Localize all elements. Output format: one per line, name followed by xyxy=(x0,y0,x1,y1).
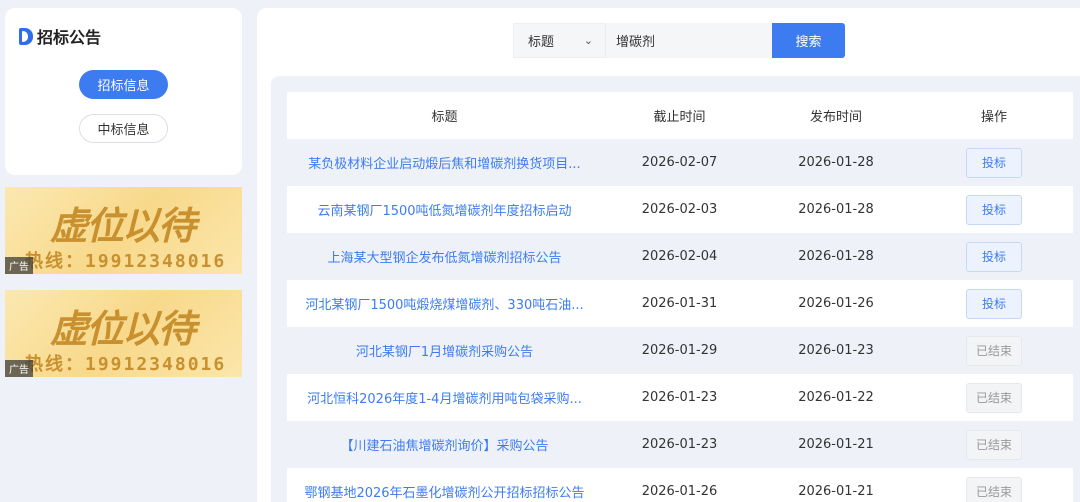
search-input[interactable] xyxy=(606,23,772,58)
row-title-link[interactable]: 河北某钢厂1月增碳剂采购公告 xyxy=(287,327,602,374)
row-published: 2026-01-28 xyxy=(757,186,915,233)
chevron-down-icon: ⌄ xyxy=(583,34,593,47)
sidebar-card: 招标公告 招标信息 中标信息 xyxy=(5,8,242,175)
sidebar-title: 招标公告 xyxy=(19,24,101,48)
table-row: 【川建石油焦增碳剂询价】采购公告 2026-01-23 2026-01-21 已结束 xyxy=(287,421,1073,468)
row-published: 2026-01-22 xyxy=(757,374,915,421)
row-action-cell: 已结束 xyxy=(915,374,1073,421)
header-action: 操作 xyxy=(915,92,1073,139)
search-select-value: 标题 xyxy=(528,35,555,50)
row-deadline: 2026-02-04 xyxy=(602,233,757,280)
row-title-link[interactable]: 云南某钢厂1500吨低氮增碳剂年度招标启动 xyxy=(287,186,602,233)
bid-button[interactable]: 投标 xyxy=(966,147,1022,178)
row-deadline: 2026-01-26 xyxy=(602,468,757,502)
row-title-link[interactable]: 上海某大型钢企发布低氮增碳剂招标公告 xyxy=(287,233,602,280)
row-action-cell: 投标 xyxy=(915,233,1073,280)
ad-phone: 热线：19912348016 xyxy=(25,354,227,375)
table-header-row: 标题 截止时间 发布时间 操作 xyxy=(287,92,1073,139)
row-published: 2026-01-28 xyxy=(757,139,915,186)
header-title: 标题 xyxy=(287,92,602,139)
ended-badge: 已结束 xyxy=(966,335,1022,366)
row-published: 2026-01-21 xyxy=(757,468,915,502)
table-row: 上海某大型钢企发布低氮增碳剂招标公告 2026-02-04 2026-01-28 投标 xyxy=(287,233,1073,280)
row-deadline: 2026-01-29 xyxy=(602,327,757,374)
search-bar: 标题 ⌄ 搜索 xyxy=(513,23,845,58)
results-table: 标题 截止时间 发布时间 操作 某负极材料企业启动煅后焦和增碳剂换货项目... 2… xyxy=(287,92,1073,502)
main-panel: 标题 ⌄ 搜索 标题 截止时间 发布时间 操作 某负极材料企业启动煅后焦和增碳剂… xyxy=(257,8,1080,502)
bid-button[interactable]: 投标 xyxy=(966,194,1022,225)
nav-bidding-info-button[interactable]: 招标信息 xyxy=(79,70,168,99)
sidebar-title-text: 招标公告 xyxy=(37,28,102,47)
row-action-cell: 投标 xyxy=(915,280,1073,327)
row-deadline: 2026-02-03 xyxy=(602,186,757,233)
table-row: 河北某钢厂1500吨煅烧煤增碳剂、330吨石油... 2026-01-31 2026… xyxy=(287,280,1073,327)
ended-badge: 已结束 xyxy=(966,476,1022,502)
row-deadline: 2026-02-07 xyxy=(602,139,757,186)
row-action-cell: 已结束 xyxy=(915,421,1073,468)
row-action-cell: 投标 xyxy=(915,139,1073,186)
row-published: 2026-01-23 xyxy=(757,327,915,374)
ad-banner-2[interactable]: 虚位以待 热线：19912348016 广告 xyxy=(5,290,242,377)
table-row: 鄂钢基地2026年石墨化增碳剂公开招标招标公告 2026-01-26 2026-01… xyxy=(287,468,1073,502)
row-action-cell: 已结束 xyxy=(915,327,1073,374)
ad-tag: 广告 xyxy=(5,360,33,377)
table-row: 某负极材料企业启动煅后焦和增碳剂换货项目... 2026-02-07 2026-01… xyxy=(287,139,1073,186)
table-row: 河北某钢厂1月增碳剂采购公告 2026-01-29 2026-01-23 已结束 xyxy=(287,327,1073,374)
row-action-cell: 已结束 xyxy=(915,468,1073,502)
row-published: 2026-01-28 xyxy=(757,233,915,280)
row-title-link[interactable]: 鄂钢基地2026年石墨化增碳剂公开招标招标公告 xyxy=(287,468,602,502)
row-deadline: 2026-01-31 xyxy=(602,280,757,327)
ad-headline: 虚位以待 xyxy=(50,203,196,248)
row-published: 2026-01-26 xyxy=(757,280,915,327)
nav-award-info-button[interactable]: 中标信息 xyxy=(79,114,168,143)
brand-d-icon xyxy=(19,27,33,45)
ad-phone: 热线：19912348016 xyxy=(25,251,227,272)
header-published: 发布时间 xyxy=(757,92,915,139)
row-published: 2026-01-21 xyxy=(757,421,915,468)
search-button[interactable]: 搜索 xyxy=(772,23,845,58)
row-title-link[interactable]: 河北某钢厂1500吨煅烧煤增碳剂、330吨石油... xyxy=(287,280,602,327)
bid-button[interactable]: 投标 xyxy=(966,241,1022,272)
search-field-select[interactable]: 标题 ⌄ xyxy=(513,23,606,58)
ended-badge: 已结束 xyxy=(966,429,1022,460)
row-title-link[interactable]: 【川建石油焦增碳剂询价】采购公告 xyxy=(287,421,602,468)
header-deadline: 截止时间 xyxy=(602,92,757,139)
ad-tag: 广告 xyxy=(5,257,33,274)
ended-badge: 已结束 xyxy=(966,382,1022,413)
ad-banner-1[interactable]: 虚位以待 热线：19912348016 广告 xyxy=(5,187,242,274)
table-row: 云南某钢厂1500吨低氮增碳剂年度招标启动 2026-02-03 2026-01-2… xyxy=(287,186,1073,233)
row-deadline: 2026-01-23 xyxy=(602,421,757,468)
row-title-link[interactable]: 河北恒科2026年度1-4月增碳剂用吨包袋采购... xyxy=(287,374,602,421)
row-action-cell: 投标 xyxy=(915,186,1073,233)
ad-headline: 虚位以待 xyxy=(50,306,196,351)
bid-button[interactable]: 投标 xyxy=(966,288,1022,319)
row-deadline: 2026-01-23 xyxy=(602,374,757,421)
row-title-link[interactable]: 某负极材料企业启动煅后焦和增碳剂换货项目... xyxy=(287,139,602,186)
results-table-container: 标题 截止时间 发布时间 操作 某负极材料企业启动煅后焦和增碳剂换货项目... 2… xyxy=(271,76,1080,502)
table-row: 河北恒科2026年度1-4月增碳剂用吨包袋采购... 2026-01-23 2026… xyxy=(287,374,1073,421)
